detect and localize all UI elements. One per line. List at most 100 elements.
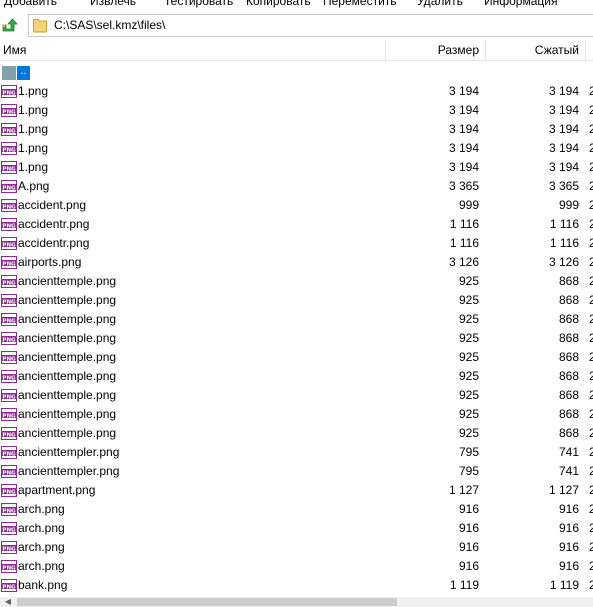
table-row[interactable]: PNG 1.png 3 194 3 194 2	[0, 139, 593, 158]
table-row[interactable]: PNG 1.png 3 194 3 194 2	[0, 101, 593, 120]
table-row[interactable]: PNG ancienttemple.png 925 868 2	[0, 386, 593, 405]
svg-text:PNG: PNG	[2, 242, 16, 248]
column-divider[interactable]	[485, 40, 486, 61]
file-packed-size: 741	[558, 464, 579, 478]
test-button[interactable]: Тестировать	[164, 0, 233, 8]
svg-text:PNG: PNG	[2, 413, 16, 419]
file-packed-size: 868	[558, 331, 579, 345]
file-extra-column: 2	[589, 483, 593, 497]
png-file-icon: PNG	[1, 218, 17, 231]
table-row[interactable]: PNG ancienttempler.png 795 741 2	[0, 443, 593, 462]
table-row[interactable]: PNG ancienttemple.png 925 868 2	[0, 424, 593, 443]
file-name: ancienttempler.png	[18, 445, 120, 459]
table-row[interactable]: PNG ancienttemple.png 925 868 2	[0, 405, 593, 424]
file-packed-size: 868	[558, 388, 579, 402]
table-row[interactable]: PNG arch.png 916 916 2	[0, 538, 593, 557]
file-size: 925	[458, 369, 479, 383]
path-text: C:\SAS\sel.kmz\files\	[54, 18, 166, 32]
column-divider[interactable]	[385, 40, 386, 61]
table-row[interactable]: PNG ancienttemple.png 925 868 2	[0, 291, 593, 310]
file-name: ancienttemple.png	[18, 407, 117, 421]
table-row[interactable]: PNG accidentr.png 1 116 1 116 2	[0, 215, 593, 234]
png-file-icon: PNG	[1, 256, 17, 269]
png-file-icon: PNG	[1, 560, 17, 573]
file-name: 1.png	[18, 84, 49, 98]
table-row[interactable]: PNG ancienttemple.png 925 868 2	[0, 348, 593, 367]
delete-button[interactable]: Удалить	[417, 0, 463, 8]
extract-button[interactable]: Извлечь	[90, 0, 136, 8]
table-row[interactable]: PNG apartment.png 1 127 1 127 2	[0, 481, 593, 500]
info-button[interactable]: Информация	[484, 0, 557, 8]
file-size: 925	[458, 350, 479, 364]
up-arrow-icon	[2, 18, 18, 32]
table-row[interactable]: PNG 1.png 3 194 3 194 2	[0, 158, 593, 177]
parent-folder-icon	[2, 66, 16, 80]
table-row[interactable]: PNG arch.png 916 916 2	[0, 500, 593, 519]
file-size: 1 116	[449, 236, 479, 250]
file-name: 1.png	[18, 160, 49, 174]
file-size: 3 194	[448, 103, 479, 117]
png-file-icon: PNG	[1, 104, 17, 117]
file-size: 3 194	[448, 122, 479, 136]
file-size: 1 127	[448, 483, 479, 497]
parent-folder-row[interactable]: ..	[0, 63, 593, 82]
up-folder-button[interactable]	[0, 16, 18, 34]
svg-text:PNG: PNG	[2, 432, 16, 438]
scroll-thumb[interactable]	[17, 598, 397, 606]
file-packed-size: 868	[558, 369, 579, 383]
table-row[interactable]: PNG arch.png 916 916 2	[0, 557, 593, 576]
table-row[interactable]: PNG airports.png 3 126 3 126 2	[0, 253, 593, 272]
column-divider[interactable]	[585, 40, 586, 61]
file-size: 916	[458, 559, 479, 573]
file-name: ancienttemple.png	[18, 274, 117, 288]
svg-text:PNG: PNG	[2, 527, 16, 533]
table-row[interactable]: PNG accident.png 999 999 2	[0, 196, 593, 215]
file-extra-column: 2	[589, 141, 593, 155]
file-extra-column: 2	[589, 103, 593, 117]
table-row[interactable]: PNG ancienttemple.png 925 868 2	[0, 329, 593, 348]
file-name: 1.png	[18, 141, 49, 155]
table-row[interactable]: PNG ancienttemple.png 925 868 2	[0, 272, 593, 291]
file-packed-size: 916	[558, 521, 579, 535]
horizontal-scrollbar[interactable]: ◀	[0, 597, 593, 607]
table-row[interactable]: PNG arch.png 916 916 2	[0, 519, 593, 538]
file-packed-size: 1 119	[549, 578, 579, 592]
svg-text:PNG: PNG	[2, 584, 16, 590]
add-button[interactable]: Добавить	[4, 0, 57, 8]
table-row[interactable]: PNG accidentr.png 1 116 1 116 2	[0, 234, 593, 253]
path-field[interactable]: C:\SAS\sel.kmz\files\	[28, 14, 593, 37]
svg-text:PNG: PNG	[2, 90, 16, 96]
file-extra-column: 2	[589, 312, 593, 326]
file-extra-column: 2	[589, 559, 593, 573]
svg-text:PNG: PNG	[2, 356, 16, 362]
file-size: 795	[458, 464, 479, 478]
file-name: ancienttemple.png	[18, 331, 117, 345]
copy-button[interactable]: Копировать	[246, 0, 311, 8]
table-row[interactable]: PNG ancienttemple.png 925 868 2	[0, 310, 593, 329]
scroll-left-icon[interactable]: ◀	[0, 597, 16, 607]
file-packed-size: 1 127	[548, 483, 579, 497]
table-row[interactable]: PNG ancienttemple.png 925 868 2	[0, 367, 593, 386]
table-row[interactable]: PNG 1.png 3 194 3 194 2	[0, 82, 593, 101]
file-packed-size: 999	[558, 198, 579, 212]
file-extra-column: 2	[589, 464, 593, 478]
table-row[interactable]: PNG ancienttempler.png 795 741 2	[0, 462, 593, 481]
move-button[interactable]: Переместить	[323, 0, 397, 8]
file-name: accident.png	[18, 198, 87, 212]
file-extra-column: 2	[589, 217, 593, 231]
table-row[interactable]: PNG A.png 3 365 3 365 2	[0, 177, 593, 196]
file-size: 916	[458, 540, 479, 554]
file-size: 916	[458, 502, 479, 516]
file-packed-size: 916	[558, 559, 579, 573]
column-size[interactable]: Размер	[438, 43, 479, 57]
svg-text:PNG: PNG	[2, 565, 16, 571]
table-row[interactable]: PNG 1.png 3 194 3 194 2	[0, 120, 593, 139]
column-packed[interactable]: Сжатый	[535, 43, 579, 57]
table-row[interactable]: PNG bank.png 1 119 1 119 2	[0, 576, 593, 595]
file-packed-size: 868	[558, 293, 579, 307]
file-extra-column: 2	[589, 350, 593, 364]
column-name[interactable]: Имя	[3, 43, 26, 57]
file-name: ancienttemple.png	[18, 350, 117, 364]
svg-text:PNG: PNG	[2, 147, 16, 153]
file-name: 1.png	[18, 103, 49, 117]
